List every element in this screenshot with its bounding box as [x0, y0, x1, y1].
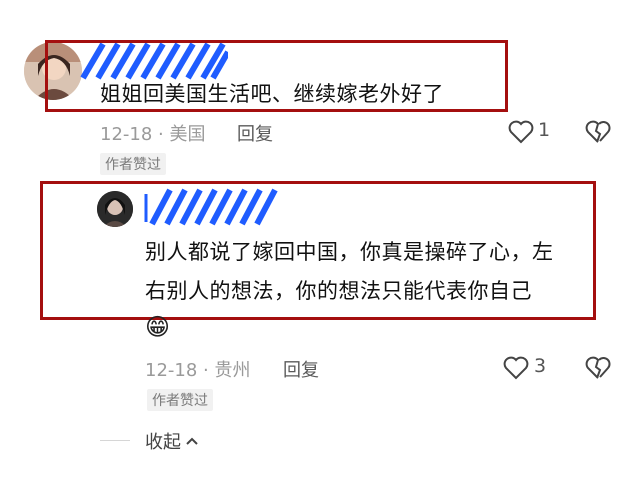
like-count: 3 [534, 355, 547, 377]
author-liked-badge: 作者赞过 [100, 153, 166, 175]
comment-date-location: 12-18 · 美国 [100, 124, 206, 145]
dislike-button[interactable] [584, 354, 612, 382]
collapse-button[interactable]: 收起 [145, 428, 199, 454]
grin-emoji: 😁 [145, 313, 171, 341]
collapse-label: 收起 [145, 432, 181, 453]
like-button[interactable] [507, 118, 535, 146]
heart-icon [503, 356, 529, 380]
chevron-up-icon [186, 437, 198, 445]
broken-heart-icon [585, 356, 611, 379]
author-liked-badge: 作者赞过 [147, 389, 213, 411]
previous-row-partial [0, 0, 640, 6]
divider [100, 440, 130, 441]
dislike-button[interactable] [584, 118, 612, 146]
like-count: 1 [538, 119, 551, 141]
reply-button[interactable]: 回复 [283, 356, 319, 382]
broken-heart-icon [585, 120, 611, 143]
heart-icon [508, 120, 534, 144]
reply-button[interactable]: 回复 [237, 120, 273, 146]
like-button[interactable] [502, 354, 530, 382]
reply-text-line-1: 别人都说了嫁回中国，你真是操碎了心，左 [145, 240, 554, 264]
reply-text-line-2: 右别人的想法，你的想法只能代表你自己 [145, 279, 532, 303]
comment-text: 姐姐回美国生活吧、继续嫁老外好了 [100, 82, 444, 106]
reply-date-location: 12-18 · 贵州 [145, 360, 251, 381]
